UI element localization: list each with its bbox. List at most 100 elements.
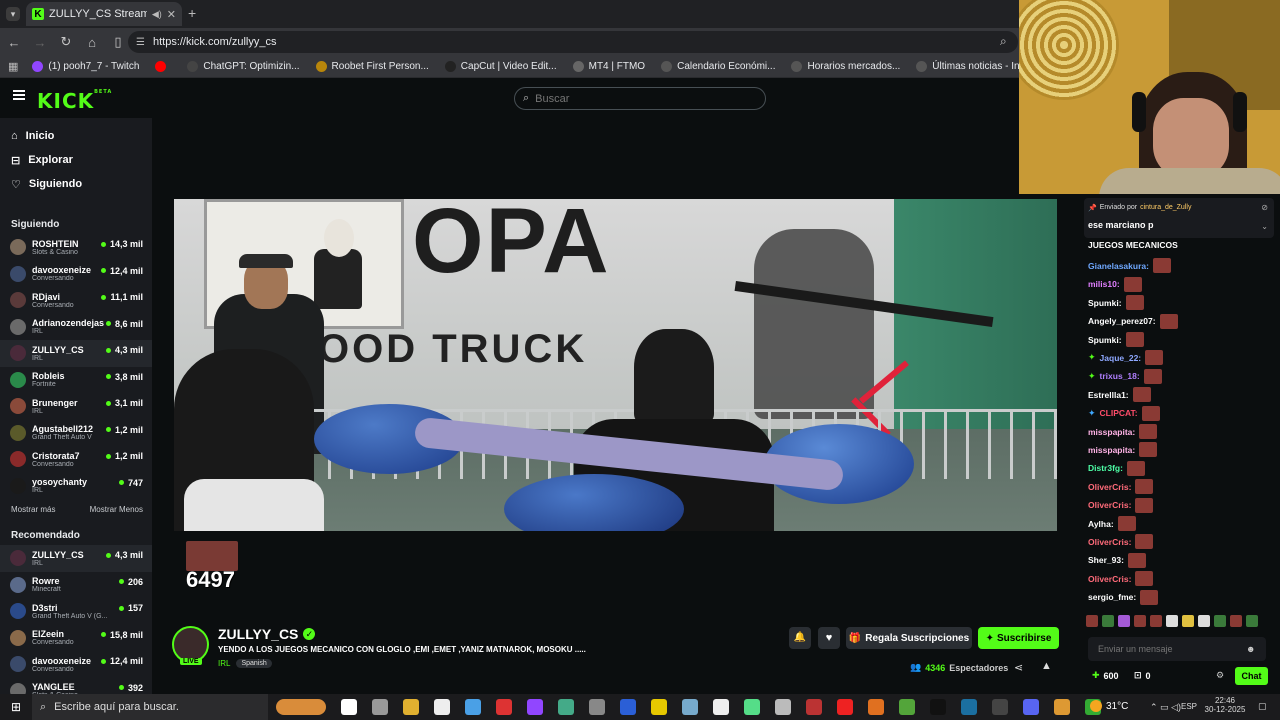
- home-button[interactable]: ⌂: [80, 30, 104, 54]
- chat-input[interactable]: [1098, 644, 1238, 654]
- quick-emote-icon[interactable]: [1166, 615, 1178, 627]
- sidebar-channel-following[interactable]: ROSHTEIN Slots & Casino 14,3 mil: [0, 234, 152, 261]
- sidebar-channel-recommended[interactable]: D3stri Grand Theft Auto V (G... 157: [0, 598, 152, 625]
- taskbar-app-icon[interactable]: [837, 699, 853, 715]
- chat-message[interactable]: sergio_fme:: [1088, 589, 1159, 605]
- search-input[interactable]: [535, 92, 736, 105]
- streamer-name[interactable]: ZULLYY_CS: [218, 626, 298, 642]
- chat-settings-icon[interactable]: ⚙: [1216, 670, 1224, 681]
- show-more-link[interactable]: Mostrar más: [11, 505, 55, 514]
- site-info-icon[interactable]: ☰: [136, 37, 145, 48]
- chat-message[interactable]: Aylha:: [1088, 516, 1136, 531]
- taskbar-app-icon[interactable]: [713, 699, 729, 715]
- taskbar-app-icon[interactable]: [341, 699, 357, 715]
- browser-tab-active[interactable]: K ZULLYY_CS Stream - Watch ◀) ✕: [26, 2, 182, 26]
- chat-username[interactable]: milis10:: [1088, 279, 1120, 289]
- chat-username[interactable]: CLIPCAT:: [1100, 408, 1138, 418]
- taskbar-search[interactable]: ⌕ Escribe aquí para buscar.: [32, 694, 268, 720]
- weather-widget[interactable]: 31°C: [1090, 700, 1128, 712]
- chat-username[interactable]: JUEGOS MECANICOS: [1088, 240, 1178, 250]
- chat-username[interactable]: Spumki:: [1088, 335, 1122, 345]
- taskbar-app-icon[interactable]: [1054, 699, 1070, 715]
- sidebar-channel-following[interactable]: Agustabell212 Grand Theft Auto V 1,2 mil: [0, 420, 152, 447]
- taskbar-app-icon[interactable]: [620, 699, 636, 715]
- bookmark-item[interactable]: [155, 61, 171, 72]
- nav-siguiendo[interactable]: ♡ Siguiendo: [0, 172, 152, 196]
- chat-message[interactable]: milis10:: [1088, 276, 1142, 292]
- bookmark-item[interactable]: CapCut | Video Edit...: [444, 61, 557, 72]
- chat-message[interactable]: Angely_perez07:: [1088, 313, 1178, 329]
- taskbar-app-icon[interactable]: [651, 699, 667, 715]
- category-link[interactable]: IRL: [218, 659, 230, 668]
- menu-icon[interactable]: [13, 90, 25, 100]
- tab-search-button[interactable]: ▾: [6, 7, 20, 21]
- bookmark-item[interactable]: Roobet First Person...: [315, 61, 429, 72]
- chat-message[interactable]: Gianelasakura:: [1088, 258, 1171, 274]
- taskbar-app-icon[interactable]: [775, 699, 791, 715]
- taskbar-app-icon[interactable]: [744, 699, 760, 715]
- notifications-icon[interactable]: ▢: [1258, 701, 1267, 712]
- taskbar-app-icon[interactable]: [682, 699, 698, 715]
- chat-username[interactable]: OliverCris:: [1088, 482, 1131, 492]
- taskbar-app-icon[interactable]: [372, 699, 388, 715]
- taskbar-app-icon[interactable]: [806, 699, 822, 715]
- taskbar-app-icon[interactable]: [1023, 699, 1039, 715]
- gift-subs-button[interactable]: 🎁 Regala Suscripciones: [846, 627, 972, 649]
- taskbar-app-icon[interactable]: [465, 699, 481, 715]
- chat-username[interactable]: Jaque_22:: [1100, 353, 1142, 363]
- quick-emote-icon[interactable]: [1134, 615, 1146, 627]
- quick-emote-icon[interactable]: [1198, 615, 1210, 627]
- quick-emote-icon[interactable]: [1150, 615, 1162, 627]
- taskbar-app-icon[interactable]: [527, 699, 543, 715]
- chat-message[interactable]: ✦ trixus_18:: [1088, 368, 1162, 384]
- chat-username[interactable]: Aylha:: [1088, 519, 1114, 529]
- show-less-link[interactable]: Mostrar Menos: [90, 505, 143, 514]
- gift-count[interactable]: ⊡ 0: [1134, 670, 1151, 681]
- quick-emote-icon[interactable]: [1118, 615, 1130, 627]
- windows-start-icon[interactable]: ⊞: [0, 700, 32, 714]
- chat-username[interactable]: misspapita:: [1088, 445, 1135, 455]
- video-player[interactable]: OPA OOD TRUCK: [174, 199, 1057, 531]
- bookmark-item[interactable]: ChatGPT: Optimizin...: [187, 61, 300, 72]
- chat-username[interactable]: OliverCris:: [1088, 574, 1131, 584]
- chat-username[interactable]: misspapita:: [1088, 427, 1135, 437]
- chat-message[interactable]: misspapita:: [1088, 424, 1158, 439]
- taskbar-app-icon[interactable]: [868, 699, 884, 715]
- share-icon[interactable]: ⋖: [1014, 661, 1023, 674]
- sidebar-channel-following[interactable]: RDjavi Conversando 11,1 mil: [0, 287, 152, 314]
- chat-input-box[interactable]: ☻: [1088, 637, 1266, 661]
- chat-username[interactable]: trixus_18:: [1100, 371, 1140, 381]
- follow-heart-icon[interactable]: ♥: [818, 627, 840, 649]
- bookmark-item[interactable]: (1) pooh7_7 - Twitch: [32, 61, 139, 72]
- quick-emote-icon[interactable]: [1182, 615, 1194, 627]
- taskbar-app-icon[interactable]: [496, 699, 512, 715]
- quick-emote-icon[interactable]: [1102, 615, 1114, 627]
- chat-message[interactable]: Estrellla1:: [1088, 387, 1151, 403]
- chat-username[interactable]: Gianelasakura:: [1088, 261, 1149, 271]
- chat-message[interactable]: OliverCris:: [1088, 534, 1154, 550]
- address-bar[interactable]: ☰ https://kick.com/zullyy_cs: [128, 31, 1018, 53]
- search-box[interactable]: ⌕: [514, 87, 766, 110]
- chat-username[interactable]: Angely_perez07:: [1088, 316, 1156, 326]
- report-icon[interactable]: ▲: [1041, 660, 1052, 672]
- sidebar-channel-following[interactable]: davooxeneize Conversando 12,4 mil: [0, 261, 152, 288]
- chat-message[interactable]: OliverCris:: [1088, 497, 1154, 513]
- close-tab-icon[interactable]: ✕: [167, 8, 176, 21]
- chat-message[interactable]: JUEGOS MECANICOS: [1088, 240, 1178, 250]
- chat-message[interactable]: ✦ Jaque_22:: [1088, 350, 1164, 366]
- sidebar-channel-recommended[interactable]: davooxeneize Conversando 12,4 mil: [0, 651, 152, 678]
- sidebar-channel-following[interactable]: ZULLYY_CS IRL 4,3 mil: [0, 340, 152, 367]
- chat-message[interactable]: OliverCris:: [1088, 479, 1154, 495]
- nav-inicio[interactable]: ⌂ Inicio: [0, 124, 152, 148]
- quick-emote-icon[interactable]: [1246, 615, 1258, 627]
- back-button[interactable]: ←: [2, 30, 26, 54]
- chat-message[interactable]: Sher_93:: [1088, 552, 1146, 568]
- sidebar-channel-following[interactable]: Adrianozendejas IRL 8,6 mil: [0, 314, 152, 341]
- sidebar-channel-following[interactable]: yosoychanty IRL 747: [0, 473, 152, 500]
- pinned-message[interactable]: 📌 Enviado por cintura_de_Zully ese marci…: [1084, 198, 1274, 238]
- language-tag[interactable]: Spanish: [236, 659, 272, 668]
- sidebar-channel-recommended[interactable]: Rowre Minecraft 206: [0, 572, 152, 599]
- taskbar-app-icon[interactable]: [434, 699, 450, 715]
- bookmark-item[interactable]: MT4 | FTMO: [572, 61, 645, 72]
- chat-message[interactable]: Spumki:: [1088, 332, 1144, 347]
